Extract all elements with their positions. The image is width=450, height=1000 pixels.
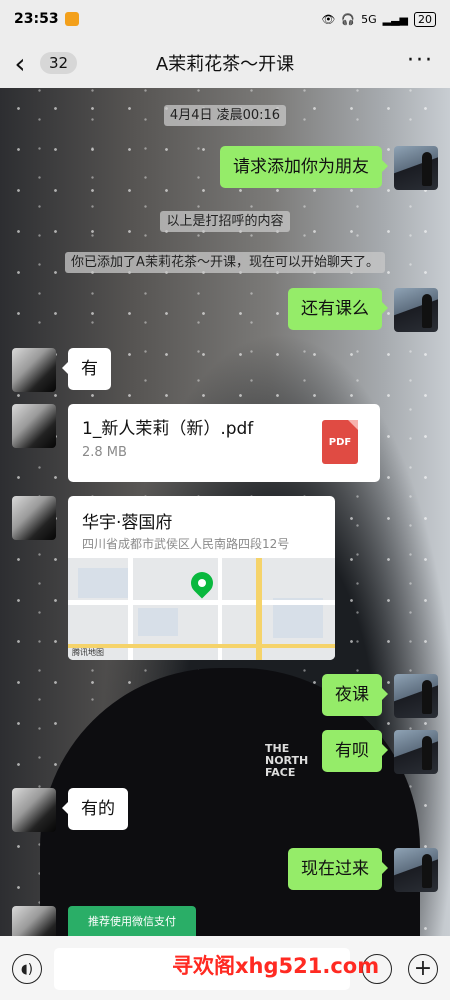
map-preview: 腾讯地图 (68, 558, 335, 660)
location-title: 华宇·蓉国府 (82, 513, 173, 533)
message-timestamp: 4月4日 凌晨00:16 (0, 104, 450, 126)
message-bubble-received[interactable]: 有 (62, 348, 111, 390)
battery-icon: 20 (414, 11, 436, 27)
network-label: 5G (361, 12, 377, 26)
location-message-card[interactable]: 华宇·蓉国府 四川省成都市武侯区人民南路四段12号 腾讯地图 (68, 496, 335, 660)
contact-avatar[interactable] (12, 496, 56, 540)
voice-input-button[interactable]: ◖) (12, 954, 42, 984)
notification-icon (64, 12, 79, 26)
my-avatar[interactable] (394, 146, 438, 190)
payment-message-card[interactable]: 推荐使用微信支付 (68, 906, 196, 936)
file-message-card[interactable]: 1_新人茉莉（新）.pdf 2.8 MB PDF (68, 404, 380, 482)
headphones-icon: 🎧 (341, 12, 356, 26)
contact-avatar[interactable] (12, 788, 56, 832)
contact-avatar[interactable] (12, 906, 56, 936)
plus-icon: + (413, 956, 433, 981)
message-bubble-sent[interactable]: 请求添加你为朋友 (220, 146, 388, 188)
contact-avatar[interactable] (12, 348, 56, 392)
pdf-file-icon: PDF (322, 420, 358, 464)
message-bubble-sent[interactable]: 现在过来 (288, 848, 388, 890)
message-bubble-sent[interactable]: 有呗 (322, 730, 388, 772)
chevron-left-icon: ‹ (14, 46, 26, 80)
map-credit: 腾讯地图 (72, 648, 104, 657)
status-icons: 👁 🎧 5G ▂▃▅ 20 (321, 11, 436, 27)
back-button[interactable]: ‹ (0, 38, 40, 88)
message-bubble-sent[interactable]: 夜课 (322, 674, 388, 716)
watermark-text: 寻欢阁xhg521.com (172, 954, 380, 978)
voice-icon: ◖) (21, 961, 33, 977)
chat-area[interactable]: THE NORTH FACE 4月4日 凌晨00:16 请求添加你为朋友 以上是打招… (0, 88, 450, 936)
message-bubble-sent[interactable]: 还有课么 (288, 288, 388, 330)
message-bubble-received[interactable]: 有的 (62, 788, 128, 830)
contact-avatar[interactable] (12, 404, 56, 448)
system-message: 以上是打招呼的内容 (0, 210, 450, 232)
eye-icon: 👁 (321, 12, 336, 26)
more-actions-button[interactable]: + (408, 954, 438, 984)
signal-icon: ▂▃▅ (382, 12, 408, 26)
my-avatar[interactable] (394, 674, 438, 718)
my-avatar[interactable] (394, 730, 438, 774)
status-bar: 23:53 👁 🎧 5G ▂▃▅ 20 (0, 0, 450, 38)
system-message: 你已添加了A茉莉花茶～开课，现在可以开始聊天了。 (0, 251, 450, 273)
unread-count-badge[interactable]: 32 (40, 52, 78, 74)
map-pin-icon (186, 567, 218, 599)
more-options-button[interactable]: ··· (407, 48, 434, 73)
chat-header: ‹ 32 A茉莉花茶～开课 ··· (0, 38, 450, 88)
my-avatar[interactable] (394, 848, 438, 892)
background-logo: THE NORTH FACE (265, 742, 309, 779)
status-time: 23:53 (14, 11, 59, 27)
location-address: 四川省成都市武侯区人民南路四段12号 (82, 537, 290, 551)
my-avatar[interactable] (394, 288, 438, 332)
